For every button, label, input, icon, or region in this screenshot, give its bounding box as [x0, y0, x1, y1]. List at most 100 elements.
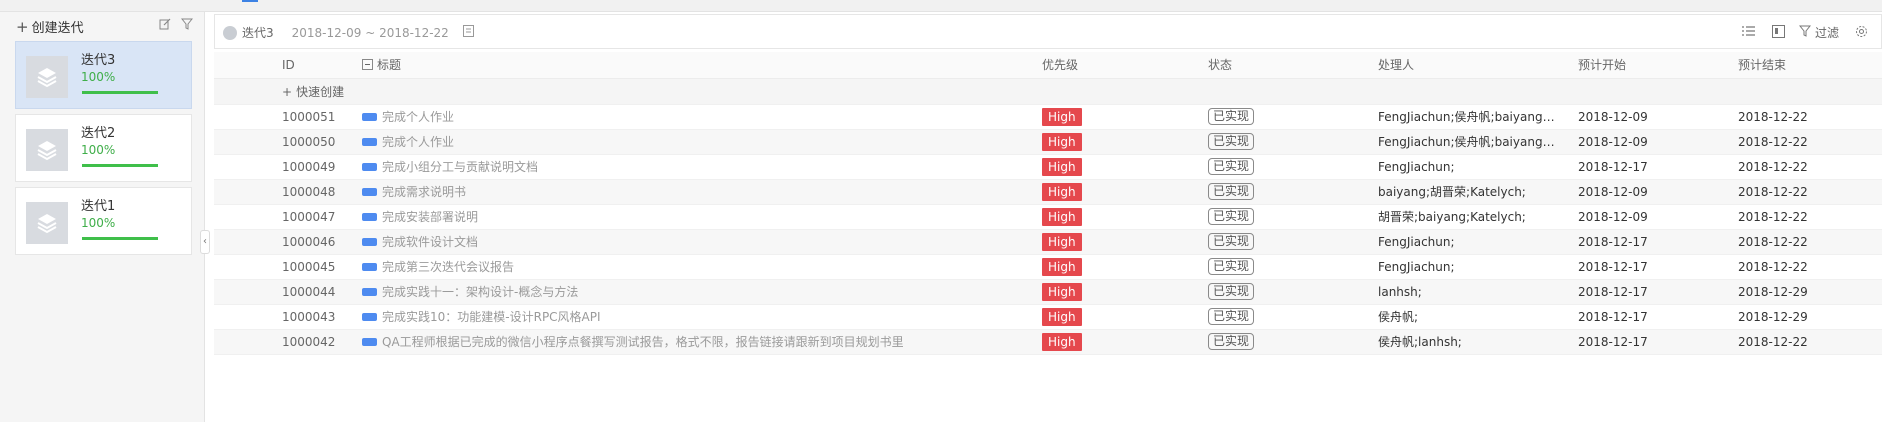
- table-row[interactable]: 1000042 QA工程师根据已完成的微信小程序点餐撰写测试报告，格式不限，报告链…: [214, 329, 1882, 355]
- cell-title[interactable]: 完成需求说明书: [362, 179, 1042, 205]
- cell-priority[interactable]: High: [1042, 254, 1208, 280]
- column-header-start[interactable]: 预计开始: [1574, 52, 1734, 79]
- collapse-all-icon[interactable]: [362, 59, 373, 71]
- cell-title[interactable]: 完成软件设计文档: [362, 229, 1042, 255]
- cell-title[interactable]: 完成实践十一：架构设计-概念与方法: [362, 279, 1042, 305]
- cell-start-date[interactable]: 2018-12-09: [1574, 129, 1734, 155]
- iteration-card[interactable]: 迭代3 100%: [15, 41, 192, 109]
- column-header-id[interactable]: ID: [214, 52, 362, 79]
- work-item-title-link[interactable]: 完成个人作业: [382, 110, 454, 124]
- table-row[interactable]: 1000051 完成个人作业 High 已实现 FengJiachun;侯舟帆;baiy…: [214, 104, 1882, 130]
- cell-status[interactable]: 已实现: [1208, 329, 1374, 355]
- cell-title[interactable]: 完成个人作业: [362, 129, 1042, 155]
- cell-title[interactable]: QA工程师根据已完成的微信小程序点餐撰写测试报告，格式不限，报告链接请跟新到项目…: [362, 329, 1042, 355]
- work-item-title-link[interactable]: 完成软件设计文档: [382, 235, 478, 249]
- cell-title[interactable]: 完成安装部署说明: [362, 204, 1042, 230]
- cell-end-date[interactable]: 2018-12-22: [1734, 154, 1882, 180]
- cell-title[interactable]: 完成小组分工与贡献说明文档: [362, 154, 1042, 180]
- cell-start-date[interactable]: 2018-12-17: [1574, 229, 1734, 255]
- cell-assignee[interactable]: lanhsh;: [1374, 279, 1574, 305]
- cell-status[interactable]: 已实现: [1208, 304, 1374, 330]
- table-row[interactable]: 1000043 完成实践10：功能建模-设计RPC风格API High 已实现 侯舟帆;…: [214, 304, 1882, 330]
- work-item-title-link[interactable]: 完成小组分工与贡献说明文档: [382, 160, 538, 174]
- cell-status[interactable]: 已实现: [1208, 129, 1374, 155]
- cell-status[interactable]: 已实现: [1208, 154, 1374, 180]
- cell-title[interactable]: 完成实践10：功能建模-设计RPC风格API: [362, 304, 1042, 330]
- cell-assignee[interactable]: FengJiachun;: [1374, 229, 1574, 255]
- cell-start-date[interactable]: 2018-12-17: [1574, 304, 1734, 330]
- work-item-title-link[interactable]: 完成实践10：功能建模-设计RPC风格API: [382, 310, 601, 324]
- cell-priority[interactable]: High: [1042, 279, 1208, 305]
- cell-start-date[interactable]: 2018-12-09: [1574, 204, 1734, 230]
- table-row[interactable]: 1000050 完成个人作业 High 已实现 FengJiachun;侯舟帆;baiy…: [214, 129, 1882, 155]
- cell-end-date[interactable]: 2018-12-29: [1734, 279, 1882, 305]
- board-view-icon[interactable]: [1771, 24, 1787, 41]
- table-row[interactable]: 1000048 完成需求说明书 High 已实现 baiyang;胡晋荣;Katelyc…: [214, 179, 1882, 205]
- cell-assignee[interactable]: FengJiachun;: [1374, 154, 1574, 180]
- edit-icon[interactable]: [158, 18, 172, 32]
- cell-priority[interactable]: High: [1042, 229, 1208, 255]
- work-item-title-link[interactable]: 完成需求说明书: [382, 185, 466, 199]
- table-row[interactable]: 1000049 完成小组分工与贡献说明文档 High 已实现 FengJiachun; 2…: [214, 154, 1882, 180]
- cell-status[interactable]: 已实现: [1208, 179, 1374, 205]
- cell-status[interactable]: 已实现: [1208, 254, 1374, 280]
- cell-start-date[interactable]: 2018-12-09: [1574, 104, 1734, 130]
- work-item-title-link[interactable]: 完成安装部署说明: [382, 210, 478, 224]
- create-iteration-button[interactable]: + 创建迭代: [16, 17, 84, 36]
- iteration-card[interactable]: 迭代2 100%: [15, 114, 192, 182]
- cell-assignee[interactable]: baiyang;胡晋荣;Katelych;: [1374, 179, 1574, 205]
- column-header-assignee[interactable]: 处理人: [1374, 52, 1574, 79]
- cell-start-date[interactable]: 2018-12-17: [1574, 329, 1734, 355]
- work-item-title-link[interactable]: 完成个人作业: [382, 135, 454, 149]
- table-row[interactable]: 1000044 完成实践十一：架构设计-概念与方法 High 已实现 lanhsh; 20…: [214, 279, 1882, 305]
- cell-status[interactable]: 已实现: [1208, 229, 1374, 255]
- cell-end-date[interactable]: 2018-12-22: [1734, 229, 1882, 255]
- cell-priority[interactable]: High: [1042, 104, 1208, 130]
- quick-create-cell[interactable]: + 快速创建: [214, 78, 1042, 105]
- document-icon[interactable]: [462, 25, 474, 40]
- cell-assignee[interactable]: 侯舟帆;lanhsh;: [1374, 329, 1574, 355]
- collapse-sidebar-handle[interactable]: ‹: [200, 230, 210, 254]
- filter-button[interactable]: 过滤: [1798, 24, 1839, 41]
- cell-status[interactable]: 已实现: [1208, 204, 1374, 230]
- cell-title[interactable]: 完成个人作业: [362, 104, 1042, 130]
- cell-priority[interactable]: High: [1042, 129, 1208, 155]
- work-item-title-link[interactable]: 完成实践十一：架构设计-概念与方法: [382, 285, 578, 299]
- cell-status[interactable]: 已实现: [1208, 279, 1374, 305]
- cell-priority[interactable]: High: [1042, 329, 1208, 355]
- cell-assignee[interactable]: 侯舟帆;: [1374, 304, 1574, 330]
- cell-priority[interactable]: High: [1042, 204, 1208, 230]
- cell-status[interactable]: 已实现: [1208, 104, 1374, 130]
- cell-assignee[interactable]: 胡晋荣;baiyang;Katelych;: [1374, 204, 1574, 230]
- cell-title[interactable]: 完成第三次迭代会议报告: [362, 254, 1042, 280]
- iteration-card[interactable]: 迭代1 100%: [15, 187, 192, 255]
- cell-start-date[interactable]: 2018-12-17: [1574, 279, 1734, 305]
- column-header-end[interactable]: 预计结束: [1734, 52, 1882, 79]
- table-row[interactable]: 1000046 完成软件设计文档 High 已实现 FengJiachun; 2018-1…: [214, 229, 1882, 255]
- cell-end-date[interactable]: 2018-12-29: [1734, 304, 1882, 330]
- cell-priority[interactable]: High: [1042, 179, 1208, 205]
- cell-assignee[interactable]: FengJiachun;侯舟帆;baiyang;la...: [1374, 104, 1574, 130]
- column-header-priority[interactable]: 优先级: [1042, 52, 1208, 79]
- cell-end-date[interactable]: 2018-12-22: [1734, 329, 1882, 355]
- cell-priority[interactable]: High: [1042, 154, 1208, 180]
- quick-create-row[interactable]: + 快速创建: [214, 78, 1882, 105]
- column-header-status[interactable]: 状态: [1208, 52, 1374, 79]
- table-row[interactable]: 1000047 完成安装部署说明 High 已实现 胡晋荣;baiyang;Kately…: [214, 204, 1882, 230]
- cell-end-date[interactable]: 2018-12-22: [1734, 204, 1882, 230]
- work-item-title-link[interactable]: QA工程师根据已完成的微信小程序点餐撰写测试报告，格式不限，报告链接请跟新到项目…: [382, 335, 904, 349]
- cell-start-date[interactable]: 2018-12-09: [1574, 179, 1734, 205]
- cell-start-date[interactable]: 2018-12-17: [1574, 154, 1734, 180]
- column-header-title[interactable]: 标题: [362, 52, 1042, 79]
- cell-end-date[interactable]: 2018-12-22: [1734, 254, 1882, 280]
- settings-gear-icon[interactable]: [1853, 25, 1869, 41]
- table-row[interactable]: 1000045 完成第三次迭代会议报告 High 已实现 FengJiachun; 201…: [214, 254, 1882, 280]
- cell-priority[interactable]: High: [1042, 304, 1208, 330]
- cell-assignee[interactable]: FengJiachun;侯舟帆;baiyang;la...: [1374, 129, 1574, 155]
- cell-end-date[interactable]: 2018-12-22: [1734, 129, 1882, 155]
- work-item-title-link[interactable]: 完成第三次迭代会议报告: [382, 260, 514, 274]
- cell-assignee[interactable]: FengJiachun;: [1374, 254, 1574, 280]
- cell-end-date[interactable]: 2018-12-22: [1734, 179, 1882, 205]
- list-view-icon[interactable]: [1741, 25, 1757, 41]
- cell-end-date[interactable]: 2018-12-22: [1734, 104, 1882, 130]
